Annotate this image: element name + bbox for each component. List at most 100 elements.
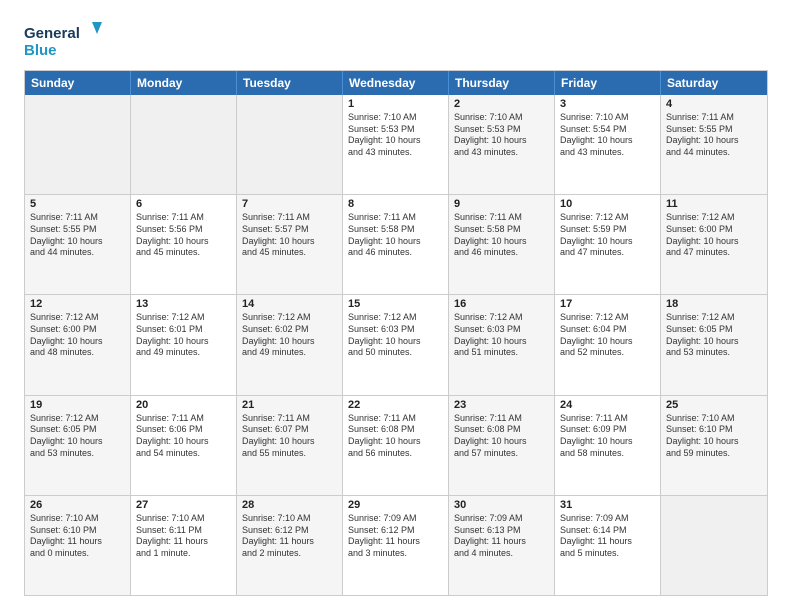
day-info: Sunrise: 7:10 AM Sunset: 6:10 PM Dayligh… <box>30 513 125 560</box>
day-info: Sunrise: 7:11 AM Sunset: 5:55 PM Dayligh… <box>666 112 762 159</box>
calendar-cell: 23 Sunrise: 7:11 AM Sunset: 6:08 PM Dayli… <box>449 396 555 495</box>
day-info: Sunrise: 7:09 AM Sunset: 6:12 PM Dayligh… <box>348 513 443 560</box>
weekday-header: Sunday <box>25 71 131 95</box>
day-number: 20 <box>136 399 231 411</box>
logo-svg: General Blue <box>24 20 104 60</box>
day-info: Sunrise: 7:12 AM Sunset: 6:00 PM Dayligh… <box>666 212 762 259</box>
day-number: 16 <box>454 298 549 310</box>
calendar-cell: 17 Sunrise: 7:12 AM Sunset: 6:04 PM Dayli… <box>555 295 661 394</box>
day-info: Sunrise: 7:11 AM Sunset: 5:55 PM Dayligh… <box>30 212 125 259</box>
day-info: Sunrise: 7:11 AM Sunset: 6:08 PM Dayligh… <box>348 413 443 460</box>
day-info: Sunrise: 7:12 AM Sunset: 6:01 PM Dayligh… <box>136 312 231 359</box>
calendar-cell: 31 Sunrise: 7:09 AM Sunset: 6:14 PM Dayli… <box>555 496 661 595</box>
day-number: 26 <box>30 499 125 511</box>
day-info: Sunrise: 7:12 AM Sunset: 6:00 PM Dayligh… <box>30 312 125 359</box>
day-number: 8 <box>348 198 443 210</box>
logo: General Blue <box>24 20 104 60</box>
calendar-cell: 14Sunrise: 7:12 AM Sunset: 6:02 PM Dayli… <box>237 295 343 394</box>
day-number: 2 <box>454 98 549 110</box>
day-info: Sunrise: 7:10 AM Sunset: 5:54 PM Dayligh… <box>560 112 655 159</box>
calendar-cell: 13 Sunrise: 7:12 AM Sunset: 6:01 PM Dayli… <box>131 295 237 394</box>
day-info: Sunrise: 7:11 AM Sunset: 5:58 PM Dayligh… <box>348 212 443 259</box>
day-number: 21 <box>242 399 337 411</box>
day-info: Sunrise: 7:10 AM Sunset: 6:12 PM Dayligh… <box>242 513 337 560</box>
day-info: Sunrise: 7:12 AM Sunset: 5:59 PM Dayligh… <box>560 212 655 259</box>
calendar-cell: 8 Sunrise: 7:11 AM Sunset: 5:58 PM Daylig… <box>343 195 449 294</box>
day-info: Sunrise: 7:12 AM Sunset: 6:05 PM Dayligh… <box>30 413 125 460</box>
calendar-row: 1 Sunrise: 7:10 AM Sunset: 5:53 PM Daylig… <box>25 95 767 195</box>
calendar-cell: 22Sunrise: 7:11 AM Sunset: 6:08 PM Dayli… <box>343 396 449 495</box>
calendar: SundayMondayTuesdayWednesdayThursdayFrid… <box>24 70 768 596</box>
day-number: 27 <box>136 499 231 511</box>
day-info: Sunrise: 7:11 AM Sunset: 6:09 PM Dayligh… <box>560 413 655 460</box>
calendar-cell: 21Sunrise: 7:11 AM Sunset: 6:07 PM Dayli… <box>237 396 343 495</box>
calendar-cell <box>661 496 767 595</box>
day-number: 30 <box>454 499 549 511</box>
day-number: 4 <box>666 98 762 110</box>
calendar-cell <box>237 95 343 194</box>
day-number: 28 <box>242 499 337 511</box>
day-info: Sunrise: 7:09 AM Sunset: 6:13 PM Dayligh… <box>454 513 549 560</box>
calendar-cell: 15 Sunrise: 7:12 AM Sunset: 6:03 PM Dayli… <box>343 295 449 394</box>
day-number: 6 <box>136 198 231 210</box>
day-info: Sunrise: 7:12 AM Sunset: 6:03 PM Dayligh… <box>348 312 443 359</box>
calendar-cell: 29 Sunrise: 7:09 AM Sunset: 6:12 PM Dayli… <box>343 496 449 595</box>
calendar-cell: 26 Sunrise: 7:10 AM Sunset: 6:10 PM Dayli… <box>25 496 131 595</box>
calendar-row: 12 Sunrise: 7:12 AM Sunset: 6:00 PM Dayli… <box>25 295 767 395</box>
day-info: Sunrise: 7:11 AM Sunset: 5:56 PM Dayligh… <box>136 212 231 259</box>
day-number: 31 <box>560 499 655 511</box>
day-number: 24 <box>560 399 655 411</box>
day-info: Sunrise: 7:11 AM Sunset: 5:58 PM Dayligh… <box>454 212 549 259</box>
svg-text:Blue: Blue <box>24 42 57 59</box>
calendar-header: SundayMondayTuesdayWednesdayThursdayFrid… <box>25 71 767 95</box>
calendar-cell: 28 Sunrise: 7:10 AM Sunset: 6:12 PM Dayli… <box>237 496 343 595</box>
day-number: 29 <box>348 499 443 511</box>
day-number: 18 <box>666 298 762 310</box>
page: General Blue SundayMondayTuesdayWednesda… <box>0 0 792 612</box>
calendar-row: 26 Sunrise: 7:10 AM Sunset: 6:10 PM Dayli… <box>25 496 767 595</box>
day-number: 10 <box>560 198 655 210</box>
calendar-cell: 25Sunrise: 7:10 AM Sunset: 6:10 PM Dayli… <box>661 396 767 495</box>
day-info: Sunrise: 7:11 AM Sunset: 5:57 PM Dayligh… <box>242 212 337 259</box>
weekday-header: Tuesday <box>237 71 343 95</box>
weekday-header: Saturday <box>661 71 767 95</box>
calendar-cell: 2 Sunrise: 7:10 AM Sunset: 5:53 PM Daylig… <box>449 95 555 194</box>
day-info: Sunrise: 7:11 AM Sunset: 6:08 PM Dayligh… <box>454 413 549 460</box>
calendar-cell: 20 Sunrise: 7:11 AM Sunset: 6:06 PM Dayli… <box>131 396 237 495</box>
weekday-header: Monday <box>131 71 237 95</box>
calendar-cell: 11 Sunrise: 7:12 AM Sunset: 6:00 PM Dayli… <box>661 195 767 294</box>
calendar-row: 5 Sunrise: 7:11 AM Sunset: 5:55 PM Daylig… <box>25 195 767 295</box>
day-info: Sunrise: 7:12 AM Sunset: 6:05 PM Dayligh… <box>666 312 762 359</box>
day-info: Sunrise: 7:12 AM Sunset: 6:03 PM Dayligh… <box>454 312 549 359</box>
calendar-cell: 30 Sunrise: 7:09 AM Sunset: 6:13 PM Dayli… <box>449 496 555 595</box>
calendar-cell: 1 Sunrise: 7:10 AM Sunset: 5:53 PM Daylig… <box>343 95 449 194</box>
calendar-cell: 18 Sunrise: 7:12 AM Sunset: 6:05 PM Dayli… <box>661 295 767 394</box>
day-info: Sunrise: 7:10 AM Sunset: 5:53 PM Dayligh… <box>348 112 443 159</box>
day-number: 17 <box>560 298 655 310</box>
weekday-header: Thursday <box>449 71 555 95</box>
day-info: Sunrise: 7:09 AM Sunset: 6:14 PM Dayligh… <box>560 513 655 560</box>
calendar-cell: 24 Sunrise: 7:11 AM Sunset: 6:09 PM Dayli… <box>555 396 661 495</box>
day-info: Sunrise: 7:10 AM Sunset: 6:11 PM Dayligh… <box>136 513 231 560</box>
day-number: 13 <box>136 298 231 310</box>
day-info: Sunrise: 7:10 AM Sunset: 5:53 PM Dayligh… <box>454 112 549 159</box>
day-number: 5 <box>30 198 125 210</box>
day-info: Sunrise: 7:12 AM Sunset: 6:04 PM Dayligh… <box>560 312 655 359</box>
day-number: 1 <box>348 98 443 110</box>
calendar-row: 19Sunrise: 7:12 AM Sunset: 6:05 PM Dayli… <box>25 396 767 496</box>
day-number: 11 <box>666 198 762 210</box>
weekday-header: Friday <box>555 71 661 95</box>
day-info: Sunrise: 7:11 AM Sunset: 6:06 PM Dayligh… <box>136 413 231 460</box>
calendar-cell: 12 Sunrise: 7:12 AM Sunset: 6:00 PM Dayli… <box>25 295 131 394</box>
calendar-cell: 3Sunrise: 7:10 AM Sunset: 5:54 PM Daylig… <box>555 95 661 194</box>
calendar-body: 1 Sunrise: 7:10 AM Sunset: 5:53 PM Daylig… <box>25 95 767 595</box>
day-number: 15 <box>348 298 443 310</box>
day-number: 12 <box>30 298 125 310</box>
day-number: 7 <box>242 198 337 210</box>
calendar-cell: 10 Sunrise: 7:12 AM Sunset: 5:59 PM Dayli… <box>555 195 661 294</box>
calendar-cell: 4 Sunrise: 7:11 AM Sunset: 5:55 PM Daylig… <box>661 95 767 194</box>
calendar-cell: 5 Sunrise: 7:11 AM Sunset: 5:55 PM Daylig… <box>25 195 131 294</box>
calendar-cell: 9Sunrise: 7:11 AM Sunset: 5:58 PM Daylig… <box>449 195 555 294</box>
day-number: 23 <box>454 399 549 411</box>
calendar-cell <box>25 95 131 194</box>
